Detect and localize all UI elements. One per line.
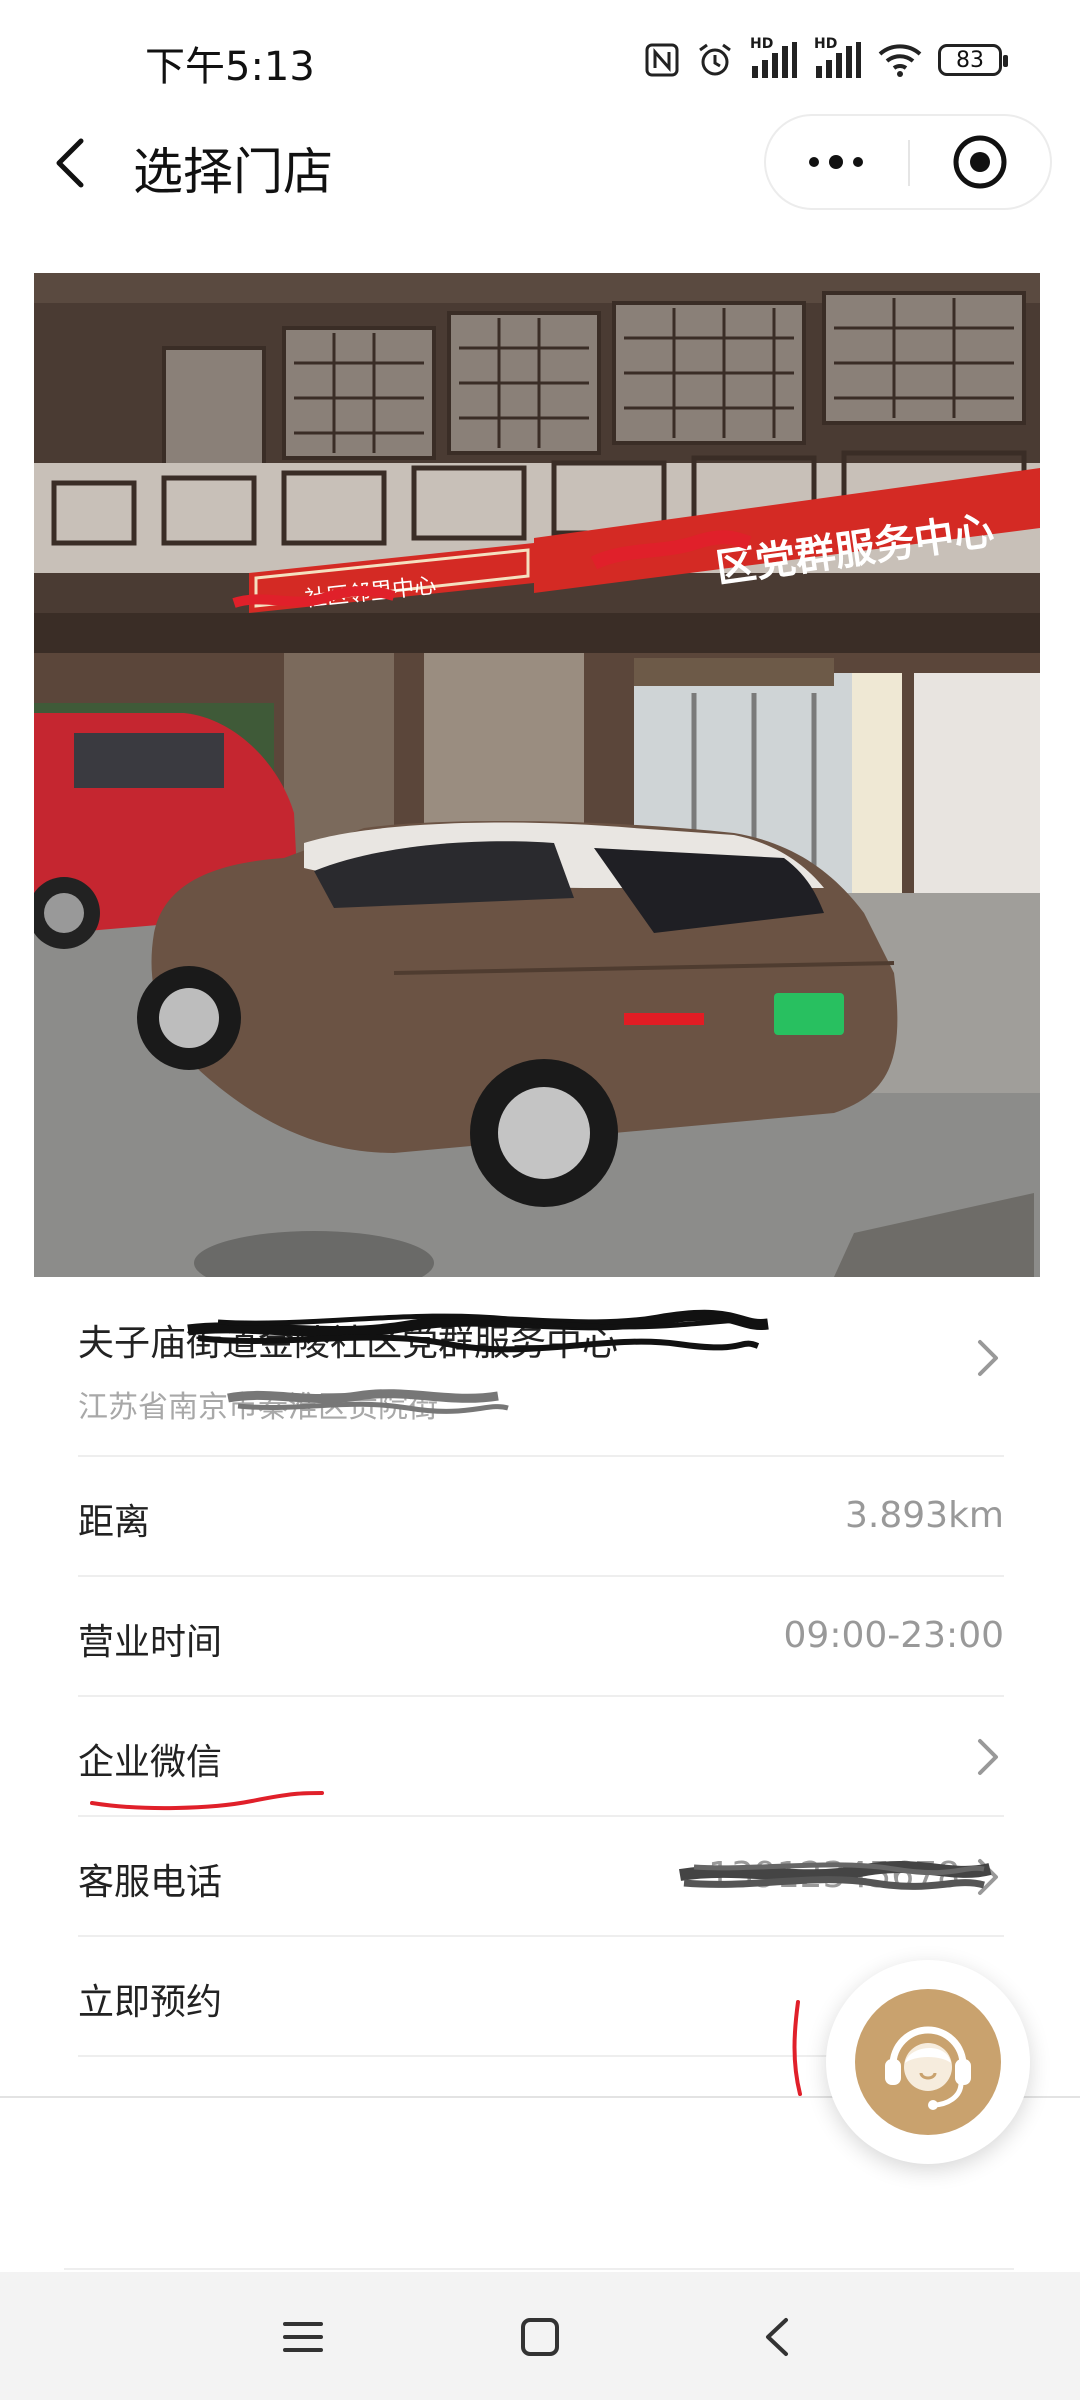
back-button[interactable]	[36, 128, 106, 198]
wifi-icon	[878, 44, 922, 77]
customer-service-label: 客服电话	[78, 1862, 223, 1903]
more-dots-icon	[809, 155, 863, 169]
battery-icon: 83	[938, 44, 1008, 76]
back-arrow-icon	[766, 2318, 788, 2356]
page-title: 选择门店	[133, 143, 333, 201]
home-button[interactable]	[505, 2302, 575, 2372]
system-back-button[interactable]	[742, 2302, 812, 2372]
row-distance: 距离 3.893km	[78, 1455, 1004, 1577]
store-info-header[interactable]: 夫子庙街道金陵社区党群服务中心 江苏省南京市秦淮区贡院街	[78, 1290, 1004, 1454]
alarm-icon	[699, 43, 731, 76]
signal-1-icon: HD	[750, 36, 798, 80]
battery-level: 83	[956, 47, 984, 73]
redaction-scribble	[187, 1309, 769, 1414]
distance-value: 3.893km	[845, 1495, 1004, 1536]
customer-service-avatar	[855, 1989, 1001, 2135]
row-enterprise-wechat[interactable]: 企业微信	[78, 1695, 1004, 1817]
system-nav-bar	[0, 2272, 1080, 2400]
chevron-left-icon	[56, 138, 84, 188]
target-circle-icon	[953, 135, 1007, 189]
book-now-label: 立即预约	[78, 1982, 223, 2023]
signal-2-icon: HD	[814, 36, 862, 80]
mini-program-capsule	[764, 114, 1052, 210]
home-square-icon	[521, 2318, 559, 2356]
business-hours-value: 09:00-23:00	[783, 1615, 1004, 1656]
chevron-right-icon	[978, 1739, 998, 1775]
red-mark-annotation	[792, 2000, 802, 2096]
status-icons: HD HD 83	[644, 36, 1008, 82]
customer-service-button[interactable]	[826, 1960, 1030, 2164]
redaction-scribble	[679, 1861, 992, 1890]
nav-bar: 选择门店	[0, 110, 1080, 220]
menu-button[interactable]	[268, 2302, 338, 2372]
chevron-right-icon	[978, 1340, 998, 1376]
row-business-hours: 营业时间 09:00-23:00	[78, 1575, 1004, 1697]
business-hours-label: 营业时间	[78, 1622, 223, 1663]
status-bar: 下午5:13 HD HD 83	[0, 0, 1080, 110]
headset-agent-icon	[885, 2026, 971, 2110]
menu-icon	[283, 2322, 323, 2352]
distance-label: 距离	[78, 1502, 151, 1543]
more-button[interactable]	[766, 116, 906, 208]
close-mini-program-button[interactable]	[910, 116, 1050, 208]
nfc-icon	[645, 43, 679, 77]
red-underline-annotation	[90, 1791, 324, 1811]
store-photo: 社区邻里中心 区党群服务中心	[34, 273, 1040, 1277]
status-time: 下午5:13	[145, 44, 315, 90]
row-customer-service-phone[interactable]: 客服电话 13912345678	[78, 1815, 1004, 1937]
content-divider-2	[64, 2268, 1014, 2270]
enterprise-wechat-label: 企业微信	[78, 1742, 223, 1783]
